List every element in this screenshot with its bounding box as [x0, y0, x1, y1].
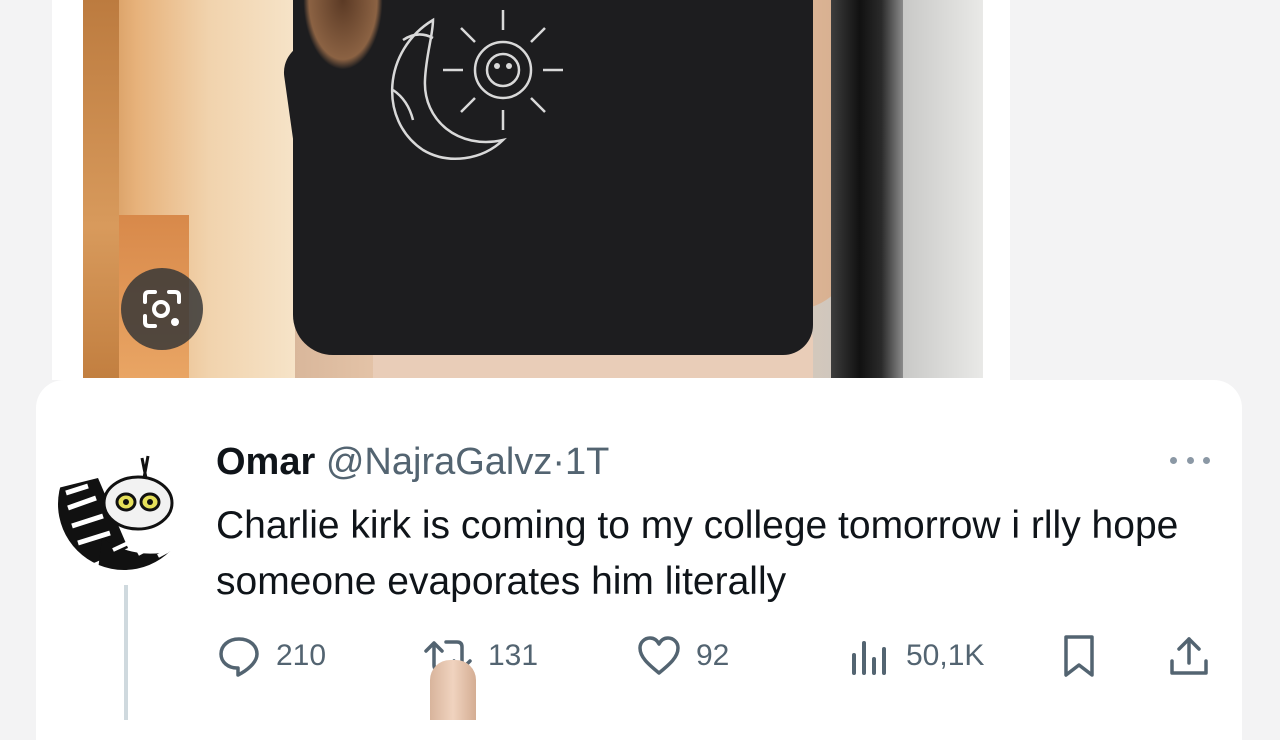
- share-icon: [1170, 637, 1208, 675]
- tweet-photo[interactable]: [83, 0, 983, 378]
- heart-icon: [638, 636, 680, 675]
- avatar[interactable]: [58, 438, 190, 570]
- avatar-image: [58, 438, 190, 570]
- like-button[interactable]: 92: [636, 632, 729, 680]
- share-button[interactable]: [1166, 632, 1212, 680]
- reply-button[interactable]: 210: [216, 632, 326, 680]
- tweet-actions: 210 131 92 50,1K: [216, 632, 1216, 680]
- more-dots-icon: [1203, 456, 1210, 464]
- thread-line: [124, 585, 128, 720]
- lens-search-button[interactable]: [121, 268, 203, 350]
- photo-wall: [903, 0, 983, 378]
- finger-overlay: [430, 660, 476, 720]
- photo-door-edge: [83, 0, 119, 378]
- header-separator: ·: [552, 441, 566, 483]
- tweet-timestamp[interactable]: 1T: [565, 441, 609, 483]
- display-name[interactable]: Omar: [216, 441, 315, 483]
- tweet-text: Charlie kirk is coming to my college tom…: [216, 504, 1179, 603]
- shirt-sun-moon-print: [391, 10, 563, 160]
- more-dots-icon: [1186, 456, 1194, 464]
- bookmark-button[interactable]: [1056, 632, 1102, 680]
- like-count: 92: [696, 639, 730, 672]
- views-count: 50,1K: [906, 639, 985, 672]
- views-chart-icon: [852, 641, 886, 675]
- tweet-header: Omar @NajraGalvz·1T: [216, 440, 609, 484]
- more-dots-icon: [1170, 456, 1177, 464]
- more-options-button[interactable]: [1170, 450, 1210, 470]
- views-button[interactable]: 50,1K: [846, 632, 984, 680]
- lens-search-icon: [143, 290, 181, 328]
- reply-count: 210: [276, 639, 327, 672]
- photo-mirror-frame: [831, 0, 903, 378]
- user-handle[interactable]: @NajraGalvz: [326, 441, 553, 483]
- bookmark-icon: [1064, 635, 1094, 677]
- repost-count: 131: [488, 639, 539, 672]
- reply-icon: [219, 637, 259, 677]
